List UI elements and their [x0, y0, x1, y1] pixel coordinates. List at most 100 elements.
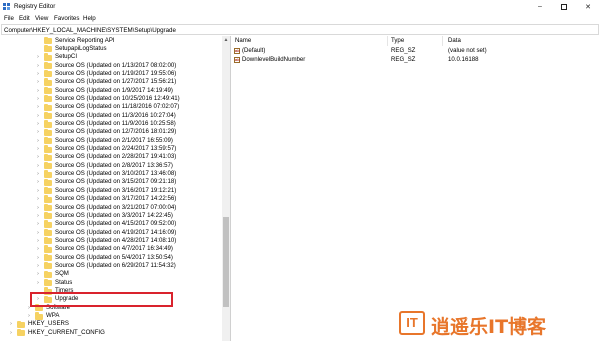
tree-item[interactable]: › Source OS (Updated on 11/9/2016 10:25:5…	[1, 120, 223, 128]
address-bar[interactable]: Computer\HKEY_LOCAL_MACHINE\SYSTEM\Setup…	[1, 24, 599, 35]
chevron-right-icon[interactable]: ›	[8, 329, 14, 337]
chevron-right-icon[interactable]: ›	[26, 312, 32, 320]
tree-item-label: SetupapiLogStatus	[55, 44, 107, 52]
tree-item[interactable]: › Source OS (Updated on 3/16/2017 19:12:2…	[1, 187, 223, 195]
column-data-header[interactable]: Data	[448, 37, 461, 44]
column-type-header[interactable]: Type	[391, 37, 404, 44]
tree-item[interactable]: › Source OS (Updated on 3/21/2017 07:00:0…	[1, 204, 223, 212]
tree-item[interactable]: SetupapiLogStatus	[1, 45, 223, 53]
chevron-right-icon[interactable]: ›	[35, 70, 41, 78]
tree-item[interactable]: › Source OS (Updated on 2/24/2017 13:59:5…	[1, 145, 223, 153]
tree-item-label: Source OS (Updated on 3/16/2017 19:12:21…	[55, 186, 177, 194]
folder-icon	[44, 36, 52, 44]
tree-item[interactable]: › SQM	[1, 270, 223, 278]
chevron-right-icon[interactable]: ›	[35, 212, 41, 220]
chevron-right-icon[interactable]: ›	[35, 245, 41, 253]
chevron-right-icon[interactable]: ›	[35, 87, 41, 95]
chevron-right-icon[interactable]: ›	[35, 270, 41, 278]
tree-item[interactable]: › Source OS (Updated on 2/28/2017 19:41:0…	[1, 153, 223, 161]
tree-item[interactable]: › HKEY_USERS	[1, 320, 223, 328]
tree-item[interactable]: › Source OS (Updated on 12/7/2016 18:01:2…	[1, 128, 223, 136]
value-row[interactable]: ab DownlevelBuildNumber REG_SZ 10.0.1618…	[232, 55, 600, 64]
tree-item[interactable]: › Source OS (Updated on 1/27/2017 15:56:2…	[1, 78, 223, 86]
tree-item[interactable]: › Source OS (Updated on 1/9/2017 14:19:49…	[1, 87, 223, 95]
tree-item[interactable]: › Source OS (Updated on 4/19/2017 14:16:0…	[1, 229, 223, 237]
chevron-right-icon[interactable]: ›	[35, 112, 41, 120]
chevron-right-icon[interactable]: ›	[35, 78, 41, 86]
chevron-right-icon[interactable]: ›	[35, 145, 41, 153]
menu-edit[interactable]: Edit	[19, 15, 30, 22]
menu-file[interactable]: File	[4, 15, 14, 22]
chevron-right-icon[interactable]: ›	[35, 178, 41, 186]
tree-item[interactable]: › Source OS (Updated on 3/3/2017 14:22:45…	[1, 212, 223, 220]
scroll-thumb[interactable]	[223, 217, 229, 307]
menu-bar: File Edit View Favorites Help	[0, 13, 600, 24]
chevron-right-icon[interactable]: ›	[35, 262, 41, 270]
folder-icon	[44, 86, 52, 95]
chevron-right-icon[interactable]: ›	[35, 204, 41, 212]
tree-item[interactable]: › Status	[1, 279, 223, 287]
close-button[interactable]: ✕	[576, 0, 600, 13]
tree-item[interactable]: Service Reporting API	[1, 37, 223, 45]
tree-item[interactable]: › Source OS (Updated on 11/3/2016 10:27:0…	[1, 112, 223, 120]
folder-icon	[44, 245, 52, 253]
tree-item[interactable]: › Source OS (Updated on 4/7/2017 16:34:49…	[1, 245, 223, 253]
tree-item-label: Source OS (Updated on 3/3/2017 14:22:45)	[55, 211, 173, 219]
folder-icon	[44, 153, 52, 161]
tree-item-label: Source OS (Updated on 12/7/2016 18:01:29…	[55, 128, 177, 136]
tree-item[interactable]: › Source OS (Updated on 3/15/2017 09:21:1…	[1, 178, 223, 186]
tree-item[interactable]: › SetupCI	[1, 53, 223, 61]
tree-item[interactable]: › Source OS (Updated on 2/1/2017 16:55:09…	[1, 137, 223, 145]
menu-help[interactable]: Help	[83, 15, 96, 22]
tree-item[interactable]: › Source OS (Updated on 1/13/2017 08:02:0…	[1, 62, 223, 70]
chevron-right-icon[interactable]: ›	[8, 320, 14, 328]
column-divider[interactable]	[442, 36, 443, 46]
values-pane[interactable]: Name Type Data ab (Default) REG_SZ (valu…	[232, 36, 600, 341]
column-name-header[interactable]: Name	[235, 37, 251, 44]
chevron-right-icon[interactable]: ›	[35, 254, 41, 262]
chevron-right-icon[interactable]: ›	[35, 137, 41, 145]
menu-view[interactable]: View	[35, 15, 48, 22]
tree-item[interactable]: › Source OS (Updated on 6/29/2017 11:54:3…	[1, 262, 223, 270]
tree-scrollbar[interactable]: ▲	[222, 36, 230, 341]
tree-item[interactable]: › Source OS (Updated on 1/19/2017 19:55:0…	[1, 70, 223, 78]
chevron-right-icon[interactable]: ›	[35, 187, 41, 195]
tree-item[interactable]: › HKEY_CURRENT_CONFIG	[1, 329, 223, 337]
value-name: (Default)	[242, 47, 266, 54]
value-type: REG_SZ	[391, 56, 416, 63]
chevron-right-icon[interactable]: ›	[35, 220, 41, 228]
folder-icon	[44, 70, 52, 78]
chevron-right-icon[interactable]: ›	[35, 128, 41, 136]
value-row[interactable]: ab (Default) REG_SZ (value not set)	[232, 46, 600, 55]
maximize-button[interactable]	[552, 0, 576, 13]
minimize-button[interactable]: –	[528, 0, 552, 13]
chevron-right-icon[interactable]: ›	[35, 62, 41, 70]
tree-item[interactable]: › Source OS (Updated on 3/10/2017 13:46:0…	[1, 170, 223, 178]
chevron-right-icon[interactable]: ›	[35, 170, 41, 178]
column-divider[interactable]	[387, 36, 388, 46]
chevron-right-icon[interactable]: ›	[35, 162, 41, 170]
chevron-right-icon[interactable]: ›	[35, 237, 41, 245]
watermark: IT 逍遥乐IT博客	[399, 308, 599, 338]
tree-item[interactable]: › Source OS (Updated on 3/17/2017 14:22:5…	[1, 195, 223, 203]
chevron-right-icon[interactable]: ›	[35, 279, 41, 287]
chevron-right-icon[interactable]: ›	[35, 103, 41, 111]
chevron-right-icon[interactable]: ›	[35, 95, 41, 103]
chevron-right-icon[interactable]: ›	[35, 153, 41, 161]
tree-item[interactable]: › Source OS (Updated on 2/8/2017 13:36:57…	[1, 162, 223, 170]
chevron-right-icon[interactable]: ›	[35, 120, 41, 128]
chevron-right-icon[interactable]: ›	[35, 53, 41, 61]
tree-item[interactable]: › Source OS (Updated on 4/28/2017 14:08:1…	[1, 237, 223, 245]
folder-icon	[44, 220, 52, 228]
tree-item[interactable]: › Source OS (Updated on 10/25/2016 12:49:…	[1, 95, 223, 103]
tree-item[interactable]: › Source OS (Updated on 11/18/2016 07:02:…	[1, 103, 223, 111]
chevron-right-icon[interactable]: ›	[35, 195, 41, 203]
tree-item[interactable]: › WPA	[1, 312, 223, 320]
menu-favorites[interactable]: Favorites	[54, 15, 79, 22]
tree-item-label: Source OS (Updated on 1/9/2017 14:19:49)	[55, 86, 173, 94]
scroll-up-arrow-icon[interactable]: ▲	[222, 36, 230, 44]
tree-item[interactable]: › Source OS (Updated on 5/4/2017 13:50:54…	[1, 254, 223, 262]
folder-icon	[44, 270, 52, 278]
tree-item[interactable]: › Source OS (Updated on 4/15/2017 09:52:0…	[1, 220, 223, 228]
chevron-right-icon[interactable]: ›	[35, 229, 41, 237]
